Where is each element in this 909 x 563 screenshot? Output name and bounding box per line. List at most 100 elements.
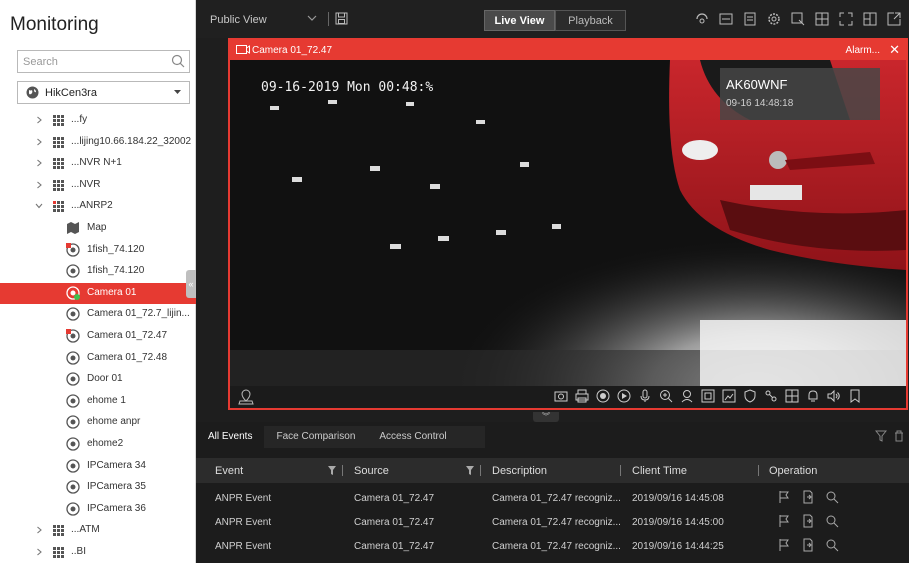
col-description[interactable]: Description <box>492 465 547 477</box>
ptz-icon[interactable] <box>694 11 710 27</box>
display-mode-icon[interactable] <box>718 11 734 27</box>
flag-icon[interactable] <box>777 538 791 552</box>
filter-icon[interactable] <box>875 430 887 442</box>
capture-icon[interactable] <box>554 389 568 403</box>
tree-camera-item[interactable]: Camera 01_72.47 <box>0 326 196 348</box>
flag-icon[interactable] <box>777 514 791 528</box>
table-row[interactable]: ANPR Event Camera 01_72.47 Camera 01_72.47… <box>196 534 909 558</box>
alarm-output-icon[interactable] <box>806 389 820 403</box>
column-filter-icon[interactable] <box>466 466 474 475</box>
print-icon[interactable] <box>575 389 589 403</box>
tab-all-events[interactable]: All Events <box>196 426 265 448</box>
tab-live-view[interactable]: Live View <box>484 10 555 31</box>
column-filter-icon[interactable] <box>328 466 336 475</box>
expand-events-button[interactable]: ︾ <box>533 412 559 422</box>
fullscreen-icon[interactable] <box>838 11 854 27</box>
microphone-icon[interactable] <box>638 389 652 403</box>
window-select-icon[interactable] <box>790 11 806 27</box>
search-icon[interactable] <box>825 514 839 528</box>
table-row[interactable]: ANPR Event Camera 01_72.47 Camera 01_72.47… <box>196 510 909 534</box>
video-window[interactable]: Camera 01_72.47 Alarm... ✕ 09-16-2019 Mo… <box>228 38 908 410</box>
external-window-icon[interactable] <box>886 11 902 27</box>
record-video-icon[interactable] <box>596 389 610 403</box>
tree-camera-item[interactable]: ehome anpr <box>0 412 196 434</box>
location-icon[interactable] <box>238 389 254 405</box>
site-selector[interactable]: HikCen3ra <box>17 81 190 104</box>
chevron-right-icon[interactable] <box>35 526 43 534</box>
chevron-right-icon[interactable] <box>35 116 43 124</box>
arm-icon[interactable] <box>743 389 757 403</box>
cell-source: Camera 01_72.47 <box>354 517 435 528</box>
export-icon[interactable] <box>801 538 815 552</box>
audio-icon[interactable] <box>827 389 841 403</box>
plate-time: 09-16 14:48:18 <box>726 98 794 109</box>
window-division-icon[interactable] <box>862 11 878 27</box>
chevron-down-icon[interactable] <box>35 202 43 210</box>
smart-link-icon[interactable] <box>764 389 778 403</box>
table-row[interactable]: ANPR Event Camera 01_72.47 Camera 01_72.47… <box>196 486 909 510</box>
search-icon[interactable] <box>171 54 185 68</box>
column-divider <box>620 465 621 476</box>
tree-camera-item[interactable]: IPCamera 35 <box>0 477 196 499</box>
fisheye-icon[interactable] <box>701 389 715 403</box>
collapse-panel-button[interactable]: « <box>186 270 196 298</box>
tree-camera-item[interactable]: IPCamera 34 <box>0 456 196 478</box>
grid-layout-icon[interactable] <box>814 11 830 27</box>
split-view-icon[interactable] <box>785 389 799 403</box>
save-view-icon[interactable] <box>335 12 348 25</box>
gear-icon[interactable] <box>766 11 782 27</box>
search-icon[interactable] <box>825 490 839 504</box>
col-event[interactable]: Event <box>215 465 243 477</box>
tree-camera-item[interactable]: Camera 01_72.7_lijin... <box>0 304 196 326</box>
tree-camera-item[interactable]: 1fish_74.120 <box>0 240 196 262</box>
tree-group-item[interactable]: ...ANRP2 <box>0 196 196 218</box>
search-icon[interactable] <box>825 538 839 552</box>
chevron-right-icon[interactable] <box>35 548 43 556</box>
zoom-icon[interactable] <box>659 389 673 403</box>
export-icon[interactable] <box>801 490 815 504</box>
row-operations <box>777 514 839 528</box>
tree-camera-item[interactable]: Camera 01_72.48 <box>0 348 196 370</box>
search-box[interactable] <box>17 50 190 73</box>
tree-camera-item[interactable]: Door 01 <box>0 369 196 391</box>
tree-group-item[interactable]: ...fy <box>0 110 196 132</box>
tree-camera-item[interactable]: Map <box>0 218 196 240</box>
tree-group-item[interactable]: ...ATM <box>0 520 196 542</box>
tab-face-comparison[interactable]: Face Comparison <box>264 426 368 448</box>
tree-camera-item[interactable]: IPCamera 36 <box>0 499 196 521</box>
col-client-time[interactable]: Client Time <box>632 465 687 477</box>
tree-item-label: ..BI <box>71 545 87 557</box>
tab-playback[interactable]: Playback <box>555 10 626 31</box>
device-group-icon <box>53 546 64 558</box>
tree-group-item[interactable]: ..BI <box>0 542 196 563</box>
instant-playback-icon[interactable] <box>617 389 631 403</box>
events-panel: All Events Face Comparison Access Contro… <box>196 422 909 563</box>
tree-group-item[interactable]: ...NVR <box>0 175 196 197</box>
tab-access-control[interactable]: Access Control <box>367 426 459 448</box>
record-icon[interactable] <box>742 11 758 27</box>
tree-camera-item[interactable]: ehome 1 <box>0 391 196 413</box>
tree-group-item[interactable]: ...NVR N+1 <box>0 153 196 175</box>
tree-camera-item[interactable]: ehome2 <box>0 434 196 456</box>
ptz-control-icon[interactable] <box>680 389 694 403</box>
tree-camera-item[interactable]: Camera 01 <box>0 282 196 305</box>
tree-camera-item[interactable]: 1fish_74.120 <box>0 261 196 283</box>
delete-icon[interactable] <box>893 430 905 442</box>
close-icon[interactable]: ✕ <box>889 42 900 58</box>
resource-tree: ...fy ...lijing10.66.184.22_32002 ...NVR N… <box>0 110 196 563</box>
live-video-feed[interactable]: 09-16-2019 Mon 00:48:% AK60WNF 09-16 14:… <box>230 60 906 386</box>
chevron-right-icon[interactable] <box>35 138 43 146</box>
bookmark-icon[interactable] <box>848 389 862 403</box>
col-source[interactable]: Source <box>354 465 389 477</box>
view-selector[interactable]: Public View <box>210 14 267 26</box>
chevron-right-icon[interactable] <box>35 181 43 189</box>
search-input[interactable] <box>18 51 158 72</box>
chevron-right-icon[interactable] <box>35 159 43 167</box>
column-divider <box>342 465 343 476</box>
flag-icon[interactable] <box>777 490 791 504</box>
tree-group-item[interactable]: ...lijing10.66.184.22_32002 <box>0 132 196 154</box>
chevron-down-icon[interactable] <box>307 14 317 22</box>
alarm-label[interactable]: Alarm... <box>846 45 880 56</box>
export-icon[interactable] <box>801 514 815 528</box>
image-settings-icon[interactable] <box>722 389 736 403</box>
